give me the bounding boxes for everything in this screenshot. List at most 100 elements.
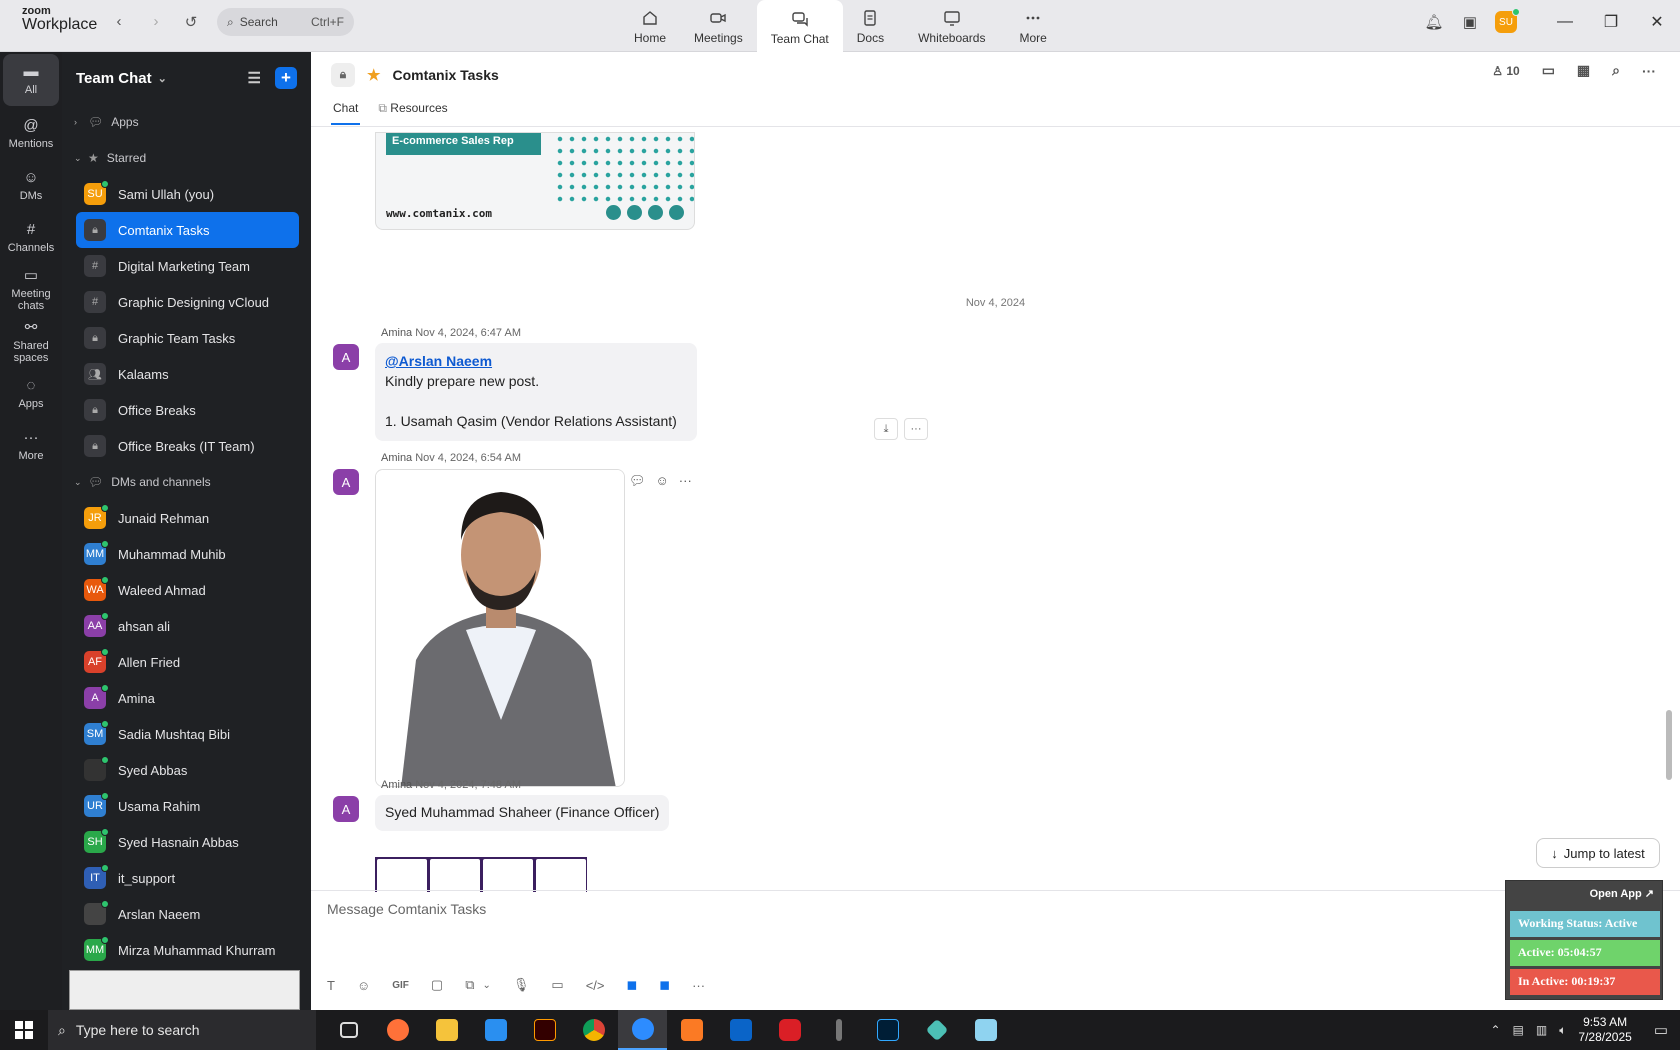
emoji-react-icon[interactable]: ☺ <box>656 473 669 489</box>
zoom-taskbar-icon[interactable] <box>618 1010 667 1050</box>
chevron-down-icon[interactable]: ⌄ <box>483 980 491 991</box>
dm-item[interactable]: AF Allen Fried <box>76 644 299 680</box>
message-author[interactable]: Amina <box>381 779 412 791</box>
dm-item[interactable]: Arslan Naeem <box>76 896 299 932</box>
tab-whiteboards[interactable]: Whiteboards <box>898 0 1005 52</box>
section-dms[interactable]: ⌄ 💬︎ DMs and channels <box>62 464 311 500</box>
code-icon[interactable]: </> <box>586 978 605 993</box>
rail-meeting-chats[interactable]: ▭ Meeting chats <box>0 264 62 316</box>
network-tray-icon[interactable]: ▤ <box>1513 1023 1524 1037</box>
video-call-icon[interactable]: ▭ <box>1542 62 1555 79</box>
tab-team-chat[interactable]: Team Chat <box>756 0 843 53</box>
open-app-link[interactable]: Open App ↗ <box>1590 887 1654 900</box>
rail-mentions[interactable]: @ Mentions <box>0 108 62 160</box>
dm-item[interactable]: Syed Abbas <box>76 752 299 788</box>
more-icon[interactable]: ··· <box>1642 63 1656 79</box>
section-apps[interactable]: › 💬︎ Apps <box>62 104 311 140</box>
message-input[interactable]: Message Comtanix Tasks <box>327 901 486 917</box>
search-bar[interactable]: ⌕ Search Ctrl+F <box>217 8 354 36</box>
rail-more[interactable]: ··· More <box>0 420 62 472</box>
image-attachment-banner[interactable]: E-commerce Sales Rep www.comtanix.com <box>375 132 695 230</box>
starred-item[interactable]: 🔒︎ Graphic Team Tasks <box>76 320 299 356</box>
format-text-icon[interactable]: T <box>327 978 335 993</box>
sidebar-title[interactable]: Team Chat <box>76 70 152 87</box>
star-filled-icon[interactable]: ★ <box>367 66 380 84</box>
screenshot-icon[interactable]: ⧉ <box>465 977 474 993</box>
taskbar-search[interactable]: ⌕ Type here to search <box>48 1010 316 1050</box>
dm-item[interactable]: A Amina <box>76 680 299 716</box>
app-diamond-icon[interactable] <box>912 1010 961 1050</box>
chevron-up-icon[interactable]: ⌃ <box>1490 1023 1500 1037</box>
volume-icon[interactable]: 🔈︎ <box>1559 1023 1566 1038</box>
tab-docs[interactable]: Docs <box>843 0 898 52</box>
starred-item[interactable]: # Digital Marketing Team <box>76 248 299 284</box>
starred-item[interactable]: 🔒︎ Office Breaks (IT Team) <box>76 428 299 464</box>
jump-to-latest-button[interactable]: ↓ Jump to latest <box>1536 838 1660 868</box>
channel-title[interactable]: Comtanix Tasks <box>392 67 498 83</box>
clock[interactable]: 9:53 AM 7/28/2025 <box>1578 1015 1631 1045</box>
chevron-down-icon[interactable]: ⌄ <box>158 72 167 85</box>
avatar[interactable]: A <box>333 796 359 822</box>
restore-icon[interactable]: ❐ <box>1588 12 1634 32</box>
tab-more[interactable]: More <box>1005 0 1060 52</box>
profile-avatar[interactable]: SU <box>1488 8 1524 33</box>
chrome-icon[interactable] <box>569 1010 618 1050</box>
outlook-icon[interactable] <box>716 1010 765 1050</box>
dm-item[interactable]: SM Sadia Mushtaq Bibi <box>76 716 299 752</box>
rail-channels[interactable]: # Channels <box>0 212 62 264</box>
logos-image-attachment[interactable] <box>375 857 587 892</box>
dm-item[interactable]: SH Syed Hasnain Abbas <box>76 824 299 860</box>
notifications-icon[interactable]: ▭ <box>1654 1021 1668 1039</box>
dm-item[interactable]: UR Usama Rahim <box>76 788 299 824</box>
tab-resources[interactable]: ⧉ Resources <box>376 97 449 124</box>
creative-cloud-icon[interactable] <box>765 1010 814 1050</box>
starred-item[interactable]: # Graphic Designing vCloud <box>76 284 299 320</box>
back-arrow-icon[interactable]: ‹ <box>108 13 130 30</box>
starred-item[interactable]: 🔒︎ Office Breaks <box>76 392 299 428</box>
bell-icon[interactable]: 🔔︎ <box>1416 13 1452 31</box>
wifi-icon[interactable]: ▥ <box>1536 1023 1547 1037</box>
dm-item[interactable]: AA ahsan ali <box>76 608 299 644</box>
forward-arrow-icon[interactable]: › <box>145 13 167 30</box>
task-view-icon[interactable] <box>324 1010 373 1050</box>
message-author[interactable]: Amina <box>381 452 412 464</box>
members-button[interactable]: ♙ 10 <box>1492 64 1519 78</box>
tab-home[interactable]: Home <box>620 0 680 52</box>
more-icon[interactable]: ··· <box>692 978 705 993</box>
app-icon[interactable]: ◼ <box>627 977 638 993</box>
screen-share-thumbnail[interactable] <box>69 970 300 1010</box>
photo-attachment[interactable] <box>375 469 625 787</box>
notepad-icon[interactable] <box>961 1010 1010 1050</box>
rail-all[interactable]: ▬ All <box>3 54 59 106</box>
pen-tool-icon[interactable] <box>814 1010 863 1050</box>
dm-item[interactable]: MM Mirza Muhammad Khurram <box>76 932 299 968</box>
gif-icon[interactable]: GIF <box>392 980 409 991</box>
mention-link[interactable]: @Arslan Naeem <box>385 351 687 371</box>
filter-icon[interactable]: ☰ <box>248 69 261 87</box>
message-more-icon[interactable]: ··· <box>679 473 692 489</box>
download-icon[interactable]: ⤓ <box>874 418 898 440</box>
message-bubble[interactable]: Syed Muhammad Shaheer (Finance Officer) <box>375 795 670 831</box>
rail-dms[interactable]: ☺ DMs <box>0 160 62 212</box>
history-icon[interactable]: ↺ <box>180 13 202 31</box>
avatar[interactable]: A <box>333 344 359 370</box>
scrollbar[interactable] <box>1666 710 1672 780</box>
video-message-icon[interactable]: ▭ <box>551 977 563 993</box>
tab-meetings[interactable]: Meetings <box>680 0 757 52</box>
image-more-icon[interactable]: ··· <box>904 418 928 440</box>
message-author[interactable]: Amina <box>381 327 412 339</box>
rail-shared-spaces[interactable]: ⚯ Shared spaces <box>0 316 62 368</box>
vscode-icon[interactable] <box>471 1010 520 1050</box>
gift-icon[interactable]: ▣ <box>1452 13 1488 31</box>
firefox-icon[interactable] <box>373 1010 422 1050</box>
windows-start-button[interactable] <box>0 1010 48 1050</box>
starred-item[interactable]: 👥︎ Kalaams <box>76 356 299 392</box>
message-bubble[interactable]: @Arslan Naeem Kindly prepare new post. 1… <box>375 343 697 441</box>
emoji-icon[interactable]: ☺ <box>357 978 370 993</box>
search-icon[interactable]: ⌕ <box>1612 62 1620 79</box>
close-icon[interactable]: ✕ <box>1634 12 1680 32</box>
dm-item[interactable]: IT it_support <box>76 860 299 896</box>
calendar-icon[interactable]: ▦ <box>1577 62 1590 79</box>
microphone-icon[interactable]: 🎙︎ <box>513 977 530 993</box>
photoshop-icon[interactable] <box>863 1010 912 1050</box>
